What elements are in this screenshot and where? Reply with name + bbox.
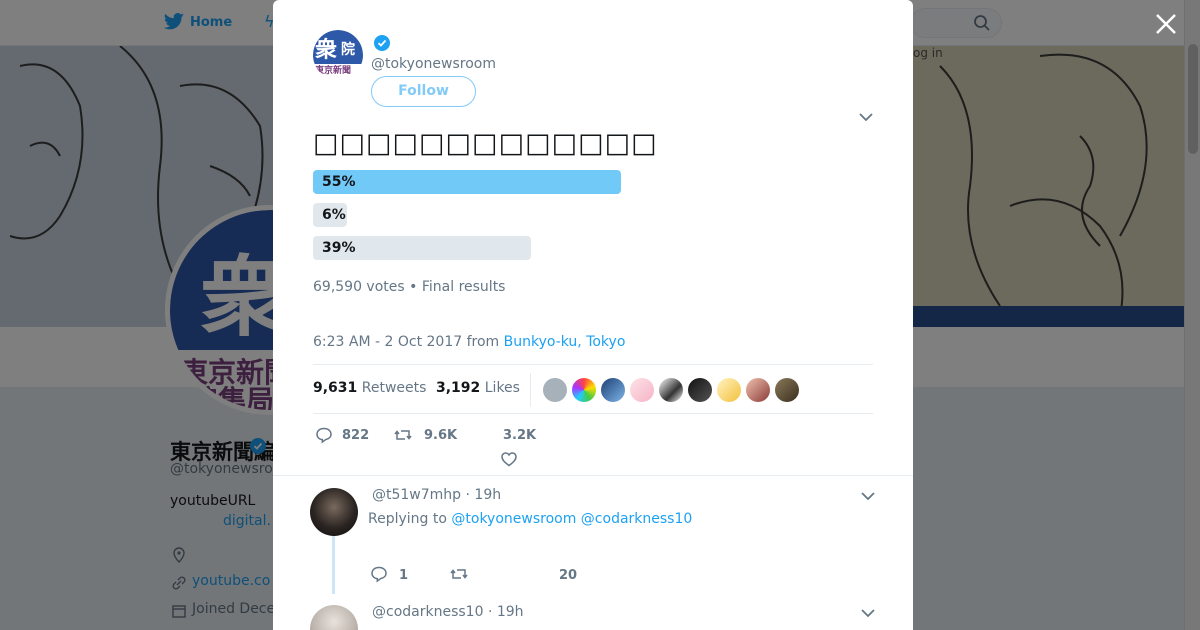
liker-avatar[interactable]: [746, 378, 770, 402]
retweet-stat[interactable]: 9,631 Retweets: [313, 380, 426, 396]
poll-option-percent: 6%: [322, 207, 346, 223]
poll-separator: •: [409, 279, 422, 295]
liker-avatar[interactable]: [572, 378, 596, 402]
svg-text:衆: 衆: [315, 37, 337, 63]
svg-text:院: 院: [341, 41, 355, 58]
author-handle[interactable]: @tokyonewsroom: [371, 56, 496, 72]
reply-avatar[interactable]: [310, 605, 358, 630]
like-stat[interactable]: 3,192 Likes: [436, 380, 520, 396]
replying-to-prefix: Replying to: [368, 511, 447, 527]
like-count: 3.2K: [503, 428, 537, 443]
author-logo: 衆 院 東京新聞: [313, 30, 363, 80]
poll-summary: 69,590 votes • Final results: [313, 279, 505, 295]
liker-avatar[interactable]: [630, 378, 654, 402]
reply-avatar[interactable]: [310, 488, 358, 536]
chevron-down-icon[interactable]: [859, 112, 873, 122]
poll-status: Final results: [421, 279, 506, 295]
like-stat-count: 3,192: [436, 380, 481, 396]
reply-like-count: 20: [559, 568, 578, 583]
reply-icon[interactable]: [315, 426, 333, 444]
retweet-count: 9.6K: [424, 428, 458, 443]
tweet-time-text: 6:23 AM - 2 Oct 2017 from: [313, 334, 500, 350]
poll-option-percent: 39%: [322, 240, 356, 256]
thread-connector: [332, 536, 335, 594]
reply-icon[interactable]: [370, 565, 388, 583]
like-stat-label: Likes: [484, 380, 520, 396]
reply-handle: @codarkness10: [372, 604, 484, 620]
follow-button[interactable]: Follow: [371, 76, 476, 107]
liker-avatar[interactable]: [775, 378, 799, 402]
reply-count: 822: [342, 428, 370, 443]
tweet-location-link[interactable]: Bunkyo-ku, Tokyo: [504, 334, 626, 350]
retweet-icon[interactable]: [450, 565, 468, 583]
retweet-icon[interactable]: [394, 426, 412, 444]
reply-author[interactable]: @codarkness10 · 19h: [372, 604, 524, 620]
tweet-timestamp: 6:23 AM - 2 Oct 2017 from Bunkyo-ku, Tok…: [313, 334, 625, 350]
close-icon[interactable]: [1154, 12, 1178, 36]
reply-separator: ·: [487, 604, 497, 620]
replying-to: Replying to @tokyonewsroom @codarkness10: [368, 511, 692, 527]
replies-list: @t51w7mhp · 19h Replying to @tokyonewsro…: [273, 475, 913, 630]
liker-avatar[interactable]: [717, 378, 741, 402]
chevron-down-icon[interactable]: [861, 491, 875, 501]
liker-avatar[interactable]: [601, 378, 625, 402]
reply-handle: @t51w7mhp: [372, 487, 462, 503]
tweet-permalink-modal: 衆 院 東京新聞 @tokyonewsroom Follow □□□□□□□□□…: [273, 0, 913, 630]
liker-avatar[interactable]: [659, 378, 683, 402]
liker-avatar[interactable]: [543, 378, 567, 402]
chevron-down-icon[interactable]: [861, 608, 875, 618]
reply-time: 19h: [496, 604, 524, 620]
retweet-stat-count: 9,631: [313, 380, 358, 396]
liker-avatar[interactable]: [688, 378, 712, 402]
heart-icon[interactable]: [500, 450, 518, 468]
poll-option-percent: 55%: [322, 174, 356, 190]
tweet-stats: 9,631 Retweets 3,192 Likes: [313, 364, 873, 414]
stats-divider: [530, 373, 531, 407]
svg-text:東京新聞: 東京新聞: [315, 64, 351, 76]
replying-to-links[interactable]: @tokyonewsroom @codarkness10: [451, 511, 692, 527]
poll-option-bar: [313, 170, 621, 194]
author-avatar[interactable]: 衆 院 東京新聞: [313, 30, 363, 80]
verified-badge-icon: [374, 35, 390, 51]
poll-question: □□□□□□□□□□□□□: [313, 128, 658, 159]
poll-votes: 69,590 votes: [313, 279, 405, 295]
reply-author[interactable]: @t51w7mhp · 19h: [372, 487, 501, 503]
retweet-stat-label: Retweets: [361, 380, 427, 396]
reply-reply-count: 1: [399, 568, 409, 583]
reply-time: 19h: [474, 487, 502, 503]
